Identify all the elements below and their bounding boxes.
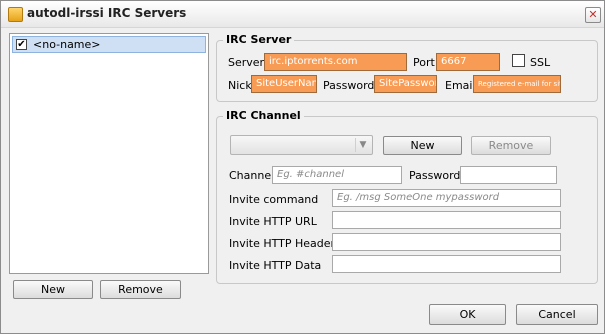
server-field[interactable]: irc.iptorrents.com	[264, 53, 407, 71]
email-label: Email	[445, 79, 476, 92]
invite-http-data-label: Invite HTTP Data	[229, 259, 322, 272]
email-field[interactable]: Registered e-mail for site	[473, 75, 561, 93]
channel-placeholder: Eg. #channel	[277, 169, 344, 180]
invite-http-header-field[interactable]	[332, 233, 561, 251]
server-label: Server	[228, 56, 265, 69]
remove-channel-button[interactable]: Remove	[471, 136, 551, 155]
ssl-checkbox[interactable]	[512, 54, 525, 67]
chevron-down-icon: ▼	[355, 138, 370, 152]
title-bar[interactable]: autodl-irssi IRC Servers ✕	[1, 1, 604, 28]
channel-password-field[interactable]	[460, 166, 557, 184]
invite-http-data-field[interactable]	[332, 255, 561, 273]
list-item[interactable]: ✔ <no-name>	[12, 36, 206, 53]
password-label: Password	[323, 79, 375, 92]
invite-http-url-field[interactable]	[332, 211, 561, 229]
new-server-button[interactable]: New	[13, 280, 93, 299]
port-field[interactable]: 6667	[436, 53, 500, 71]
server-list[interactable]: ✔ <no-name>	[9, 33, 209, 274]
channel-select[interactable]: ▼	[230, 135, 373, 155]
dialog-window: autodl-irssi IRC Servers ✕ ✔ <no-name> N…	[0, 0, 605, 334]
ssl-label: SSL	[530, 56, 551, 69]
invite-command-label: Invite command	[229, 193, 319, 206]
invite-http-url-label: Invite HTTP URL	[229, 215, 317, 228]
nick-field[interactable]: SiteUserName	[251, 75, 317, 93]
remove-server-button[interactable]: Remove	[100, 280, 181, 299]
port-label: Port	[413, 56, 435, 69]
cancel-button[interactable]: Cancel	[516, 304, 598, 325]
close-button[interactable]: ✕	[585, 7, 601, 23]
window-title: autodl-irssi IRC Servers	[27, 6, 187, 20]
irc-channel-group-title: IRC Channel	[223, 109, 304, 122]
channel-password-label: Password	[409, 169, 461, 182]
invite-http-header-label: Invite HTTP Header	[229, 237, 336, 250]
irc-server-group-title: IRC Server	[223, 33, 295, 46]
ok-button[interactable]: OK	[429, 304, 506, 325]
nick-label: Nick	[228, 79, 252, 92]
app-icon	[8, 7, 23, 22]
password-field[interactable]: SitePassword	[374, 75, 437, 93]
server-enabled-checkbox[interactable]: ✔	[16, 39, 27, 50]
channel-field[interactable]: Eg. #channel	[272, 166, 402, 184]
invite-command-placeholder: Eg. /msg SomeOne mypassword	[337, 192, 500, 203]
invite-command-field[interactable]: Eg. /msg SomeOne mypassword	[332, 189, 561, 207]
server-list-item-label: <no-name>	[33, 38, 101, 51]
channel-label: Channel	[229, 169, 275, 182]
new-channel-button[interactable]: New	[383, 136, 462, 155]
